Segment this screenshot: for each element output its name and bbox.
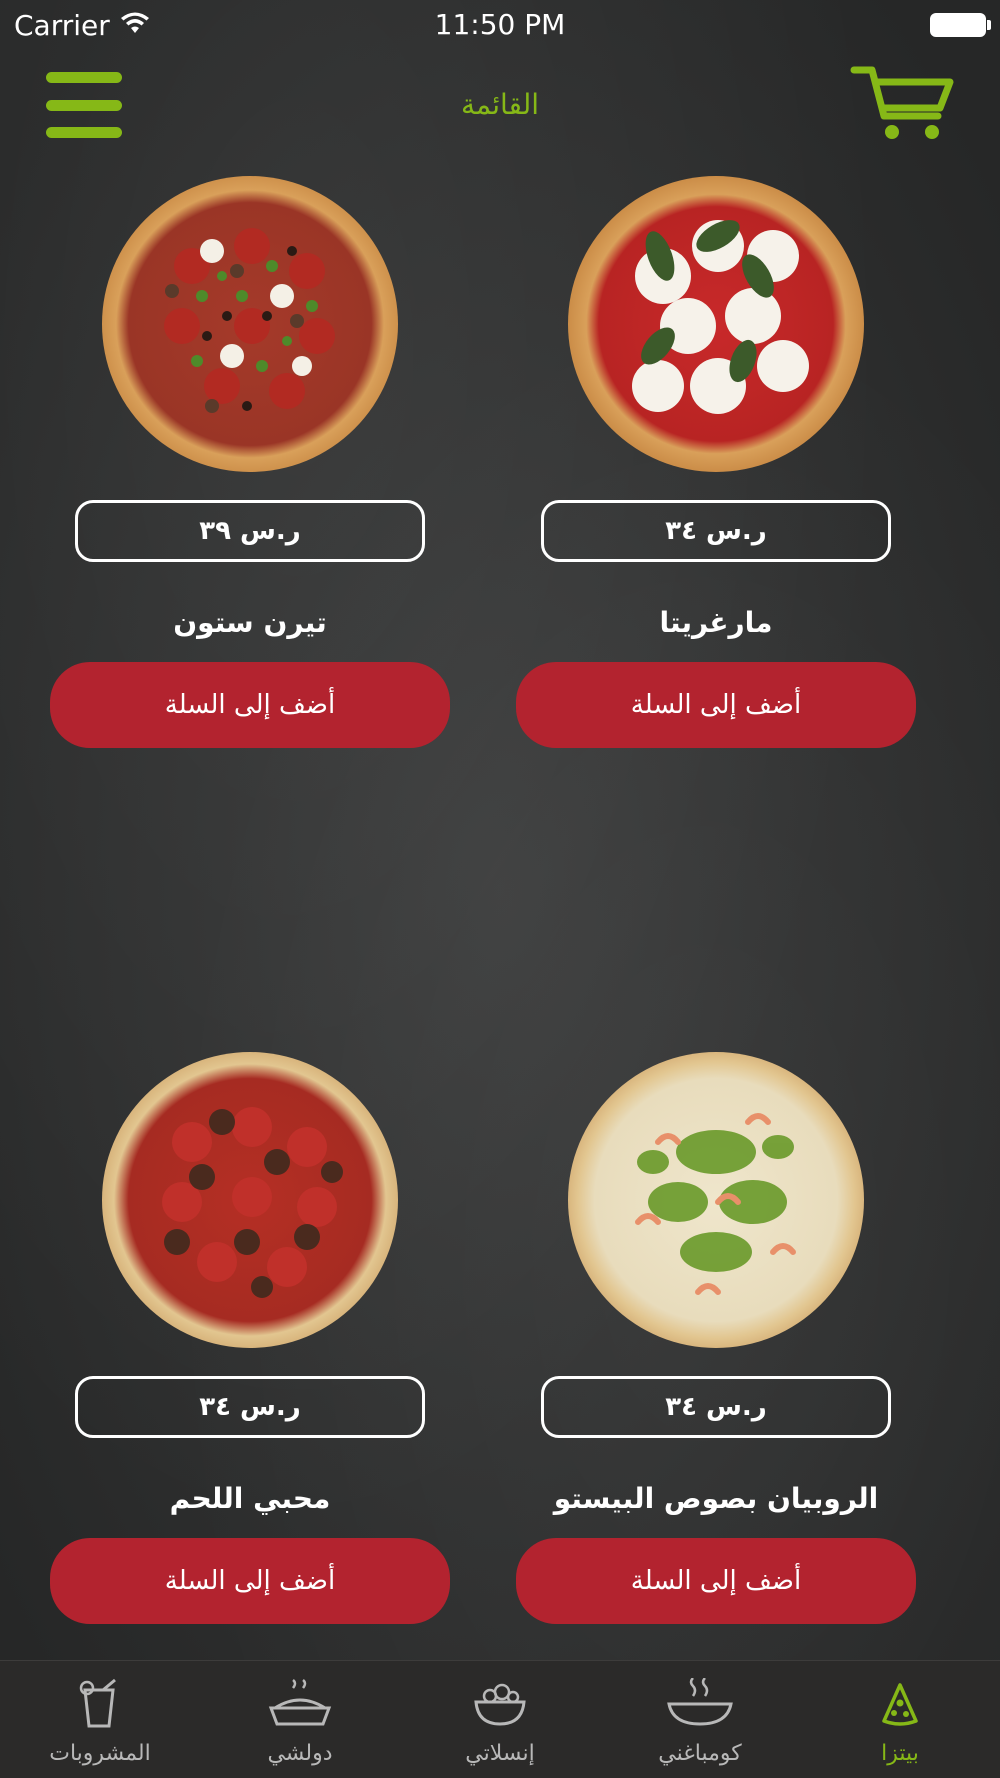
shrimp-pesto-pizza-image xyxy=(568,1052,864,1348)
wifi-icon xyxy=(120,9,150,42)
cart-icon[interactable] xyxy=(850,62,956,142)
tab-label: بيتزا xyxy=(881,1741,919,1766)
tab-label: دولشي xyxy=(267,1741,333,1766)
drink-icon xyxy=(65,1677,135,1731)
salad-icon xyxy=(465,1677,535,1731)
nav-bar: القائمة xyxy=(0,58,1000,148)
dessert-icon xyxy=(265,1677,335,1731)
price-badge: ر.س ٣٤ xyxy=(541,500,891,562)
tab-salad[interactable]: إنسلاتي xyxy=(400,1661,600,1778)
add-to-cart-button[interactable]: أضف إلى السلة xyxy=(516,662,916,748)
price-badge: ر.س ٣٤ xyxy=(541,1376,891,1438)
battery-icon xyxy=(930,13,991,37)
price-badge: ر.س ٣٤ xyxy=(75,1376,425,1438)
tab-dessert[interactable]: دولشي xyxy=(200,1661,400,1778)
tab-drinks[interactable]: المشروبات xyxy=(0,1661,200,1778)
tab-label: كومباغني xyxy=(658,1741,742,1766)
status-left: Carrier xyxy=(14,9,150,42)
add-to-cart-button[interactable]: أضف إلى السلة xyxy=(516,1538,916,1624)
product-card-terrenstone: ر.س ٣٩ تيرن ستون أضف إلى السلة xyxy=(50,170,450,770)
add-to-cart-button[interactable]: أضف إلى السلة xyxy=(50,1538,450,1624)
status-bar: Carrier xyxy=(0,0,1000,50)
price-badge: ر.س ٣٩ xyxy=(75,500,425,562)
product-card-meat-lovers: ر.س ٣٤ محبي اللحم أضف إلى السلة xyxy=(50,1046,450,1646)
product-card-shrimp-pesto: ر.س ٣٤ الروبيان بصوص البيستو أضف إلى الس… xyxy=(516,1046,916,1646)
carrier-label: Carrier xyxy=(14,8,110,42)
tab-label: المشروبات xyxy=(49,1741,151,1766)
tab-label: إنسلاتي xyxy=(465,1741,535,1766)
tab-bar: المشروبات دولشي إنسلاتي كومباغني بيتزا xyxy=(0,1660,1000,1778)
product-name: تيرن ستون xyxy=(173,606,327,639)
margherita-pizza-image xyxy=(568,176,864,472)
product-card-margherita: ر.س ٣٤ مارغريتا أضف إلى السلة xyxy=(516,170,916,770)
bowl-icon xyxy=(665,1677,735,1731)
product-name: محبي اللحم xyxy=(169,1482,331,1515)
tab-pizza[interactable]: بيتزا xyxy=(800,1661,1000,1778)
add-to-cart-button[interactable]: أضف إلى السلة xyxy=(50,662,450,748)
product-name: مارغريتا xyxy=(659,606,773,639)
terrenstone-pizza-image xyxy=(102,176,398,472)
pizza-slice-icon xyxy=(865,1677,935,1731)
meat-lovers-pizza-image xyxy=(102,1052,398,1348)
tab-bowl[interactable]: كومباغني xyxy=(600,1661,800,1778)
product-name: الروبيان بصوص البيستو xyxy=(553,1482,879,1515)
